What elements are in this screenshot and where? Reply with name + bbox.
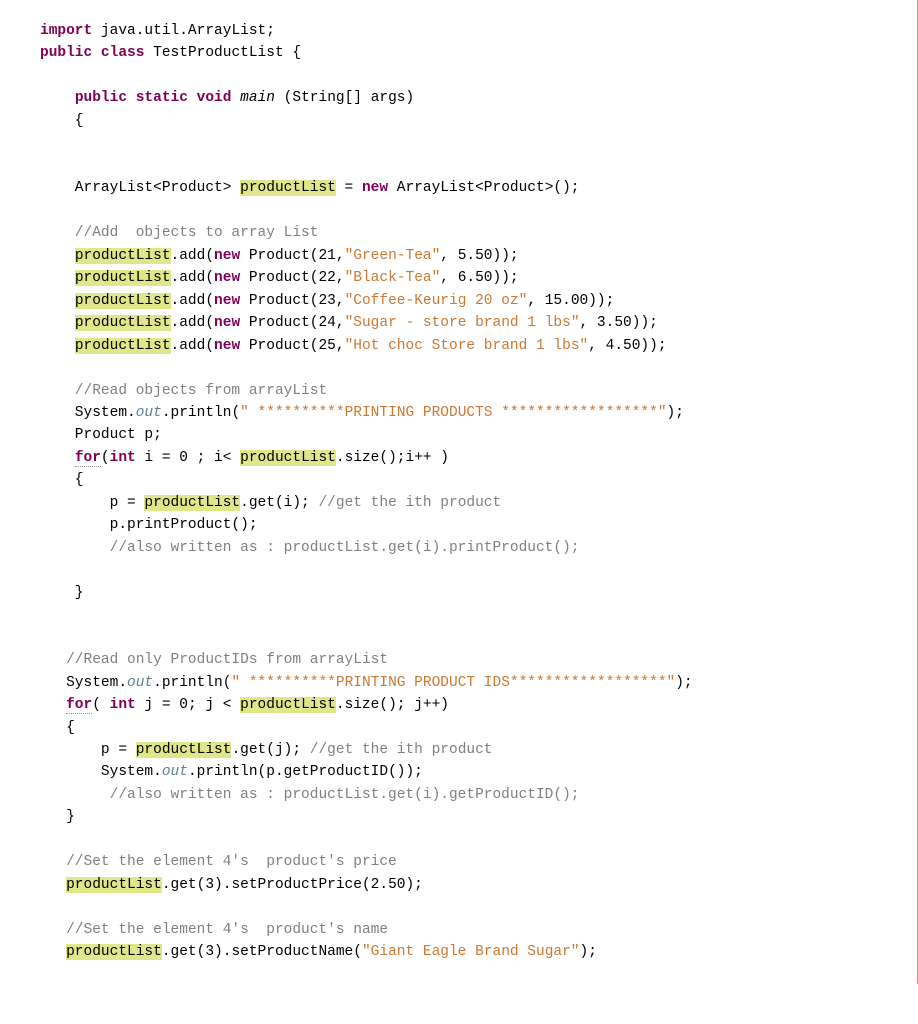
kw-for: for xyxy=(66,697,92,714)
productlist-hl: productList xyxy=(75,270,171,286)
productlist-hl: productList xyxy=(240,180,336,196)
main-args: (String[] args) xyxy=(275,90,414,106)
comment-get-ith: //get the ith product xyxy=(318,495,501,511)
comment-also2: //also written as : productList.get(i).g… xyxy=(40,787,580,803)
out-field: out xyxy=(127,675,153,691)
indent xyxy=(40,944,66,960)
str-print-ids: " **********PRINTING PRODUCT IDS********… xyxy=(231,675,675,691)
open-brace2: { xyxy=(40,472,84,488)
productlist-hl: productList xyxy=(136,742,232,758)
arraylist-end: ArrayList<Product>(); xyxy=(388,180,579,196)
productlist-hl: productList xyxy=(240,697,336,713)
productlist-hl: productList xyxy=(75,248,171,264)
str-coffee: "Coffee-Keurig 20 oz" xyxy=(345,293,528,309)
kw-int: int xyxy=(110,450,136,466)
indent xyxy=(40,877,66,893)
comment-also1: //also written as : productList.get(i).p… xyxy=(40,540,580,556)
productlist-hl: productList xyxy=(75,293,171,309)
indent xyxy=(40,293,75,309)
kw-static: static xyxy=(136,90,188,106)
kw-class: class xyxy=(101,45,145,61)
method-main: main xyxy=(240,90,275,106)
indent xyxy=(40,338,75,354)
indent xyxy=(40,315,75,331)
arraylist-decl1: ArrayList<Product> xyxy=(40,180,240,196)
str-giant-eagle: "Giant Eagle Brand Sugar" xyxy=(362,944,580,960)
product-p: Product p; xyxy=(40,427,162,443)
productlist-hl: productList xyxy=(66,877,162,893)
productlist-hl: productList xyxy=(240,450,336,466)
str-hotchoc: "Hot choc Store brand 1 lbs" xyxy=(345,338,589,354)
productlist-hl: productList xyxy=(66,944,162,960)
comment-set-name: //Set the element 4's product's name xyxy=(40,922,388,938)
productlist-hl: productList xyxy=(144,495,240,511)
close-brace2: } xyxy=(40,809,75,825)
code-block: import java.util.ArrayList; public class… xyxy=(0,0,918,984)
indent xyxy=(40,697,66,713)
kw-int: int xyxy=(110,697,136,713)
comment-read-ids: //Read only ProductIDs from arrayList xyxy=(40,652,388,668)
comment-set-price: //Set the element 4's product's price xyxy=(40,854,397,870)
open-brace: { xyxy=(40,113,84,129)
kw-import: import xyxy=(40,23,92,39)
indent xyxy=(40,450,75,466)
arraylist-eq: = xyxy=(336,180,362,196)
p-print: p.printProduct(); xyxy=(40,517,258,533)
str-green-tea: "Green-Tea" xyxy=(345,248,441,264)
kw-public: public xyxy=(40,45,92,61)
close-brace: } xyxy=(40,585,84,601)
productlist-hl: productList xyxy=(75,315,171,331)
indent xyxy=(40,248,75,264)
comment-read: //Read objects from arrayList xyxy=(40,383,327,399)
kw-public: public xyxy=(75,90,127,106)
comment-get-ith2: //get the ith product xyxy=(310,742,493,758)
kw-new: new xyxy=(362,180,388,196)
kw-for: for xyxy=(75,450,101,467)
set-price: .get(3).setProductPrice(2.50); xyxy=(162,877,423,893)
import-path: java.util.ArrayList; xyxy=(92,23,275,39)
open-brace3: { xyxy=(40,720,75,736)
productlist-hl: productList xyxy=(75,338,171,354)
class-name: TestProductList { xyxy=(144,45,301,61)
str-sugar: "Sugar - store brand 1 lbs" xyxy=(345,315,580,331)
out-field: out xyxy=(136,405,162,421)
out-field: out xyxy=(162,764,188,780)
indent xyxy=(40,270,75,286)
str-black-tea: "Black-Tea" xyxy=(345,270,441,286)
str-print-products: " **********PRINTING PRODUCTS **********… xyxy=(240,405,666,421)
kw-void: void xyxy=(197,90,232,106)
comment-add: //Add objects to array List xyxy=(40,225,318,241)
